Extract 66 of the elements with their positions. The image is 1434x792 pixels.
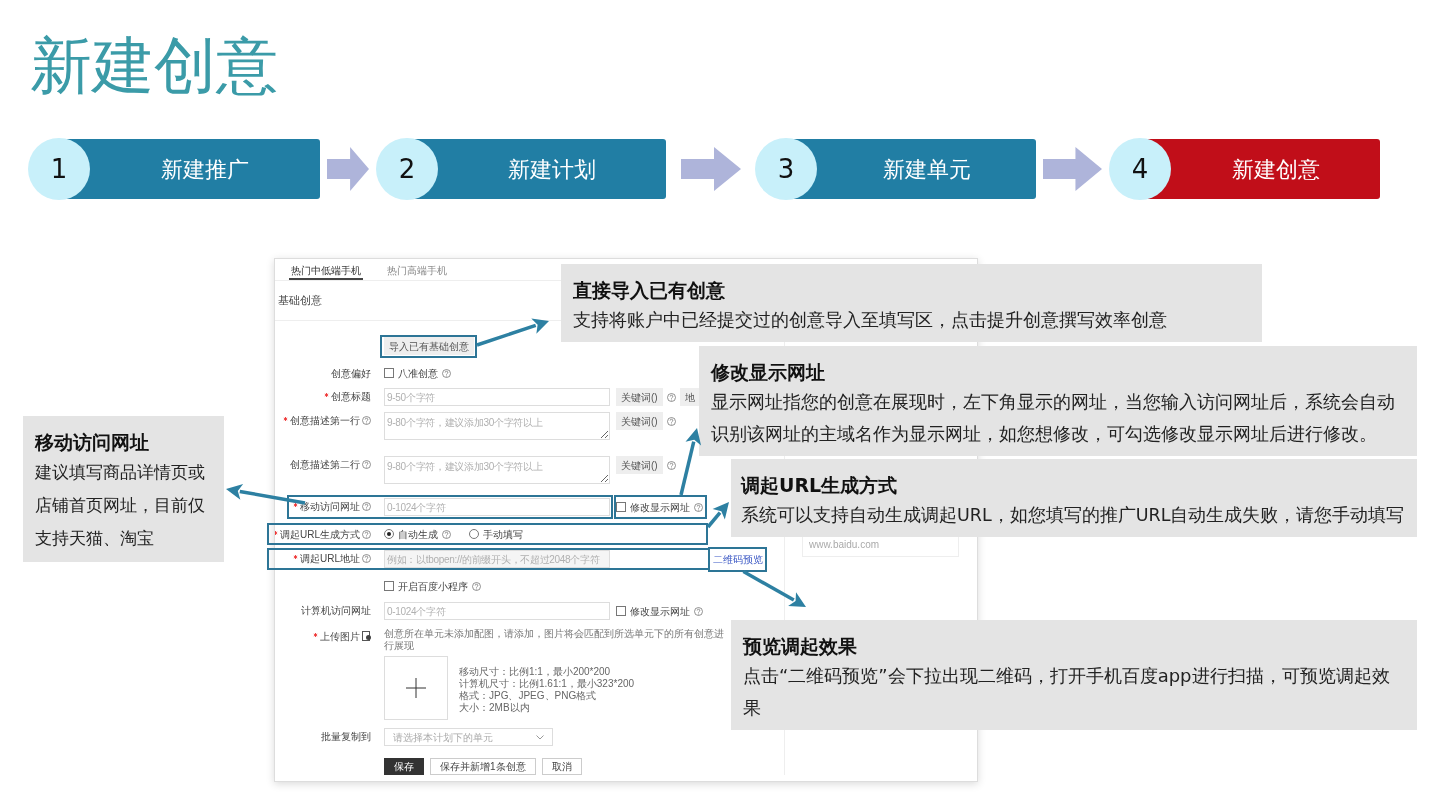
upload-hint: 计算机尺寸：比例1.61:1，最小323*200 xyxy=(459,678,635,690)
tab[interactable]: 热门高端手机 xyxy=(385,259,449,280)
help-icon xyxy=(666,416,676,426)
chevron-down-icon xyxy=(536,734,544,740)
field-label: 创意标题 xyxy=(331,389,371,404)
checkbox-label: 修改显示网址 xyxy=(630,500,690,515)
help-icon xyxy=(694,502,703,512)
step-number: 4 xyxy=(1109,138,1171,200)
help-icon xyxy=(666,392,676,402)
select-placeholder: 请选择本计划下的单元 xyxy=(393,730,493,745)
image-help-icon xyxy=(362,631,371,641)
callout-title: 调起URL生成方式 xyxy=(741,473,899,498)
arrow xyxy=(742,569,806,607)
field-label: 调起URL地址 xyxy=(300,551,360,566)
form-button[interactable]: 取消 xyxy=(541,758,582,775)
keyword-button[interactable]: 地 xyxy=(679,388,700,406)
help-icon xyxy=(694,606,703,616)
keyword-button[interactable]: 关键词() xyxy=(616,388,663,406)
form-button[interactable]: 保存 xyxy=(384,758,424,775)
field-label: 创意偏好 xyxy=(331,366,371,381)
form-button[interactable]: 保存并新增1条创意 xyxy=(430,758,536,775)
upload-hint: 移动尺寸：比例1:1，最小200*200 xyxy=(459,666,612,678)
checkbox[interactable] xyxy=(384,581,394,591)
step-arrow-icon xyxy=(1043,147,1102,191)
page-title: 新建创意 xyxy=(30,28,279,104)
callout-title: 修改显示网址 xyxy=(711,360,826,385)
checkbox[interactable] xyxy=(384,368,394,378)
field-label: 调起URL生成方式 xyxy=(280,527,360,542)
callout-text: 点击“二维码预览”会下拉出现二维码，打开手机百度app进行扫描，可预览调起效果 xyxy=(743,664,1391,720)
checkbox-label: 修改显示网址 xyxy=(630,604,690,619)
field-label: 创意描述第二行 xyxy=(290,457,360,472)
checkbox[interactable] xyxy=(616,606,626,616)
keyword-button[interactable]: 关键词() xyxy=(616,456,663,474)
upload-hint: 大小：2MB以内 xyxy=(459,702,531,714)
keyword-button[interactable]: 关键词() xyxy=(616,412,663,430)
help-icon xyxy=(666,460,676,470)
upload-note: 创意所在单元未添加配图，请添加，图片将会匹配到所选单元下的所有创意进行展现 xyxy=(384,628,724,652)
plus-icon xyxy=(406,678,426,698)
arrow xyxy=(679,428,702,496)
field-label: 计算机访问网址 xyxy=(301,603,371,618)
input-field[interactable]: 9-50个字符 xyxy=(384,388,610,406)
input-field[interactable]: 0-1024个字符 xyxy=(384,498,610,516)
step-arrow-icon xyxy=(680,147,741,191)
tab[interactable]: 热门中低端手机 xyxy=(289,259,363,280)
step-number: 1 xyxy=(28,138,90,200)
step-arrow-icon xyxy=(327,147,369,191)
field-label: 批量复制到 xyxy=(321,729,371,744)
field-label: 创意描述第一行 xyxy=(290,413,360,428)
callout-title: 移动访问网址 xyxy=(35,430,150,455)
import-button[interactable]: 导入已有基础创意 xyxy=(384,337,474,355)
field-label: 上传图片 xyxy=(320,629,360,644)
checkbox[interactable] xyxy=(616,502,626,512)
callout-text: 建议填写商品详情页或店铺首页网址，目前仅支持天猫、淘宝 xyxy=(35,461,206,550)
radio-label: 手动填写 xyxy=(483,527,523,542)
checkbox-label: 八准创意 xyxy=(398,366,438,381)
checkbox-label: 开启百度小程序 xyxy=(398,579,468,594)
callout-title: 预览调起效果 xyxy=(743,634,858,659)
section-title: 基础创意 xyxy=(278,293,322,309)
callout-text: 显示网址指您的创意在展现时，左下角显示的网址，当您输入访问网址后，系统会自动识别该网址的主域名作为显示网址，如您想修改，可勾选修改显示网址后进行修改。 xyxy=(711,390,1396,446)
radio-label: 自动生成 xyxy=(398,527,438,542)
callout-text: 系统可以支持自动生成调起URL，如您填写的推广URL自动生成失败，请您手动填写 xyxy=(741,504,1406,527)
upload-hint: 格式：JPG、JPEG、PNG格式 xyxy=(459,690,598,702)
input-field[interactable]: 0-1024个字符 xyxy=(384,602,610,620)
callout-text: 支持将账户中已经提交过的创意导入至填写区，点击提升创意撰写效率创意 xyxy=(573,308,1168,332)
arrow xyxy=(706,502,729,529)
callout-title: 直接导入已有创意 xyxy=(573,278,726,303)
